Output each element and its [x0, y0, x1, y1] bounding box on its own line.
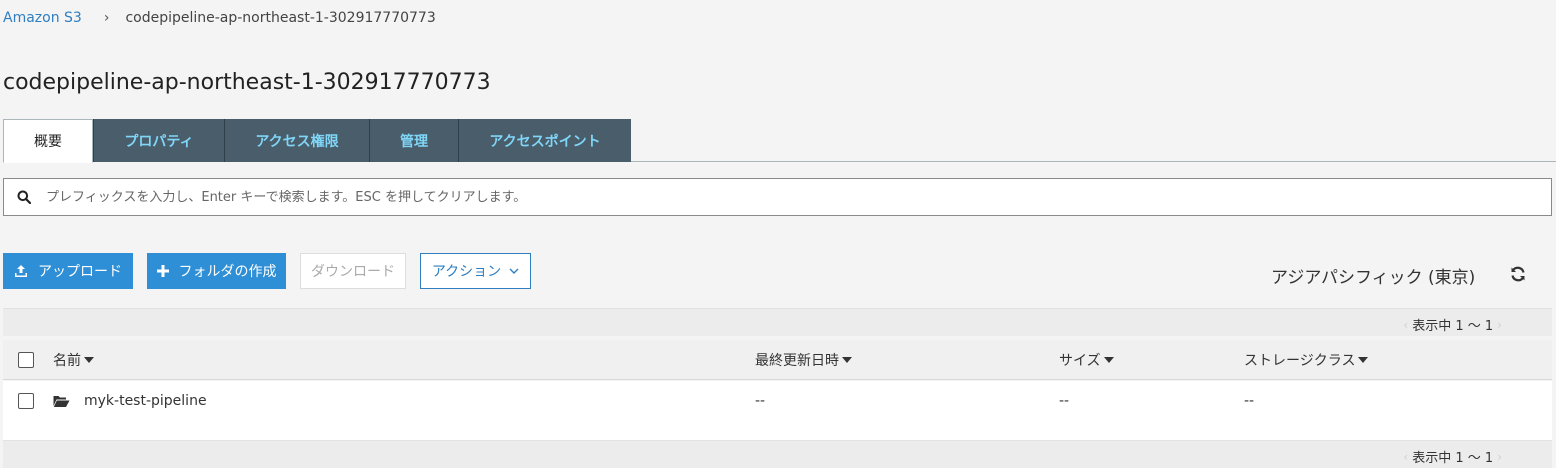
pager-text: 表示中 1 ～ 1 — [1412, 451, 1494, 466]
breadcrumb: Amazon S3 › codepipeline-ap-northeast-1-… — [3, 10, 436, 26]
search-input[interactable] — [44, 189, 1551, 205]
column-header-name[interactable]: 名前 — [53, 340, 94, 380]
row-name-cell: myk-test-pipeline — [53, 381, 207, 421]
pager-top: ‹ 表示中 1 ～ 1 › — [1399, 315, 1506, 335]
folder-open-icon — [53, 395, 70, 408]
breadcrumb-separator: › — [103, 10, 110, 26]
search-bar — [3, 178, 1552, 216]
tab-bar: 概要 プロパティ アクセス権限 管理 アクセスポイント — [3, 119, 1556, 163]
sort-caret-icon — [1358, 357, 1369, 363]
upload-button[interactable]: アップロード — [3, 253, 133, 289]
column-header-storage-class-label: ストレージクラス — [1244, 353, 1356, 369]
select-all-checkbox[interactable] — [18, 352, 34, 368]
row-last-modified: -- — [755, 393, 766, 409]
refresh-icon[interactable] — [1510, 266, 1526, 286]
tab-management[interactable]: 管理 — [369, 119, 458, 162]
pager-bar-bottom: ‹ 表示中 1 ～ 1 › — [3, 440, 1552, 468]
pager-text: 表示中 1 ～ 1 — [1412, 319, 1494, 334]
column-header-size-label: サイズ — [1059, 353, 1101, 369]
table-row: myk-test-pipeline -- -- -- — [3, 381, 1552, 421]
row-checkbox[interactable] — [18, 393, 34, 409]
breadcrumb-root-link[interactable]: Amazon S3 — [3, 10, 82, 26]
tab-access-points[interactable]: アクセスポイント — [458, 119, 631, 162]
actions-dropdown-label: アクション — [431, 264, 502, 280]
folder-name-link[interactable]: myk-test-pipeline — [84, 393, 207, 409]
sort-caret-icon — [1103, 357, 1114, 363]
chevron-left-icon[interactable]: ‹ — [1403, 318, 1408, 332]
pager-bottom: ‹ 表示中 1 ～ 1 › — [1399, 447, 1506, 467]
column-header-name-label: 名前 — [53, 353, 81, 369]
chevron-left-icon[interactable]: ‹ — [1403, 450, 1408, 464]
plus-icon — [156, 265, 169, 277]
breadcrumb-current: codepipeline-ap-northeast-1-302917770773 — [125, 10, 436, 26]
search-icon — [4, 190, 44, 204]
create-folder-button[interactable]: フォルダの作成 — [147, 253, 286, 289]
tab-overview[interactable]: 概要 — [3, 119, 93, 163]
column-header-last-modified[interactable]: 最終更新日時 — [755, 340, 852, 380]
row-size: -- — [1059, 393, 1070, 409]
s3-bucket-page: Amazon S3 › codepipeline-ap-northeast-1-… — [0, 0, 1556, 468]
select-all-cell — [18, 340, 34, 380]
chevron-right-icon[interactable]: › — [1497, 318, 1502, 332]
column-header-last-modified-label: 最終更新日時 — [755, 353, 839, 369]
row-storage-class: -- — [1244, 393, 1255, 409]
create-folder-button-label: フォルダの作成 — [178, 264, 277, 280]
chevron-down-icon — [509, 268, 519, 274]
pager-bar-top: ‹ 表示中 1 ～ 1 › — [3, 308, 1552, 336]
upload-button-label: アップロード — [38, 264, 122, 280]
row-select-cell — [18, 381, 34, 421]
page-title: codepipeline-ap-northeast-1-302917770773 — [3, 70, 491, 95]
column-header-storage-class[interactable]: ストレージクラス — [1244, 340, 1369, 380]
sort-caret-icon — [842, 357, 852, 363]
actions-dropdown[interactable]: アクション — [420, 253, 531, 289]
chevron-right-icon[interactable]: › — [1497, 450, 1502, 464]
table-header: 名前 最終更新日時 サイズ ストレージクラス — [3, 340, 1552, 380]
upload-icon — [14, 264, 28, 278]
sort-caret-icon — [84, 357, 94, 363]
table-body-padding — [3, 421, 1552, 440]
column-header-size[interactable]: サイズ — [1059, 340, 1114, 380]
tab-permissions[interactable]: アクセス権限 — [224, 119, 369, 162]
tab-properties[interactable]: プロパティ — [93, 119, 224, 162]
download-button[interactable]: ダウンロード — [300, 253, 406, 289]
region-label: アジアパシフィック (東京) — [1271, 268, 1476, 288]
